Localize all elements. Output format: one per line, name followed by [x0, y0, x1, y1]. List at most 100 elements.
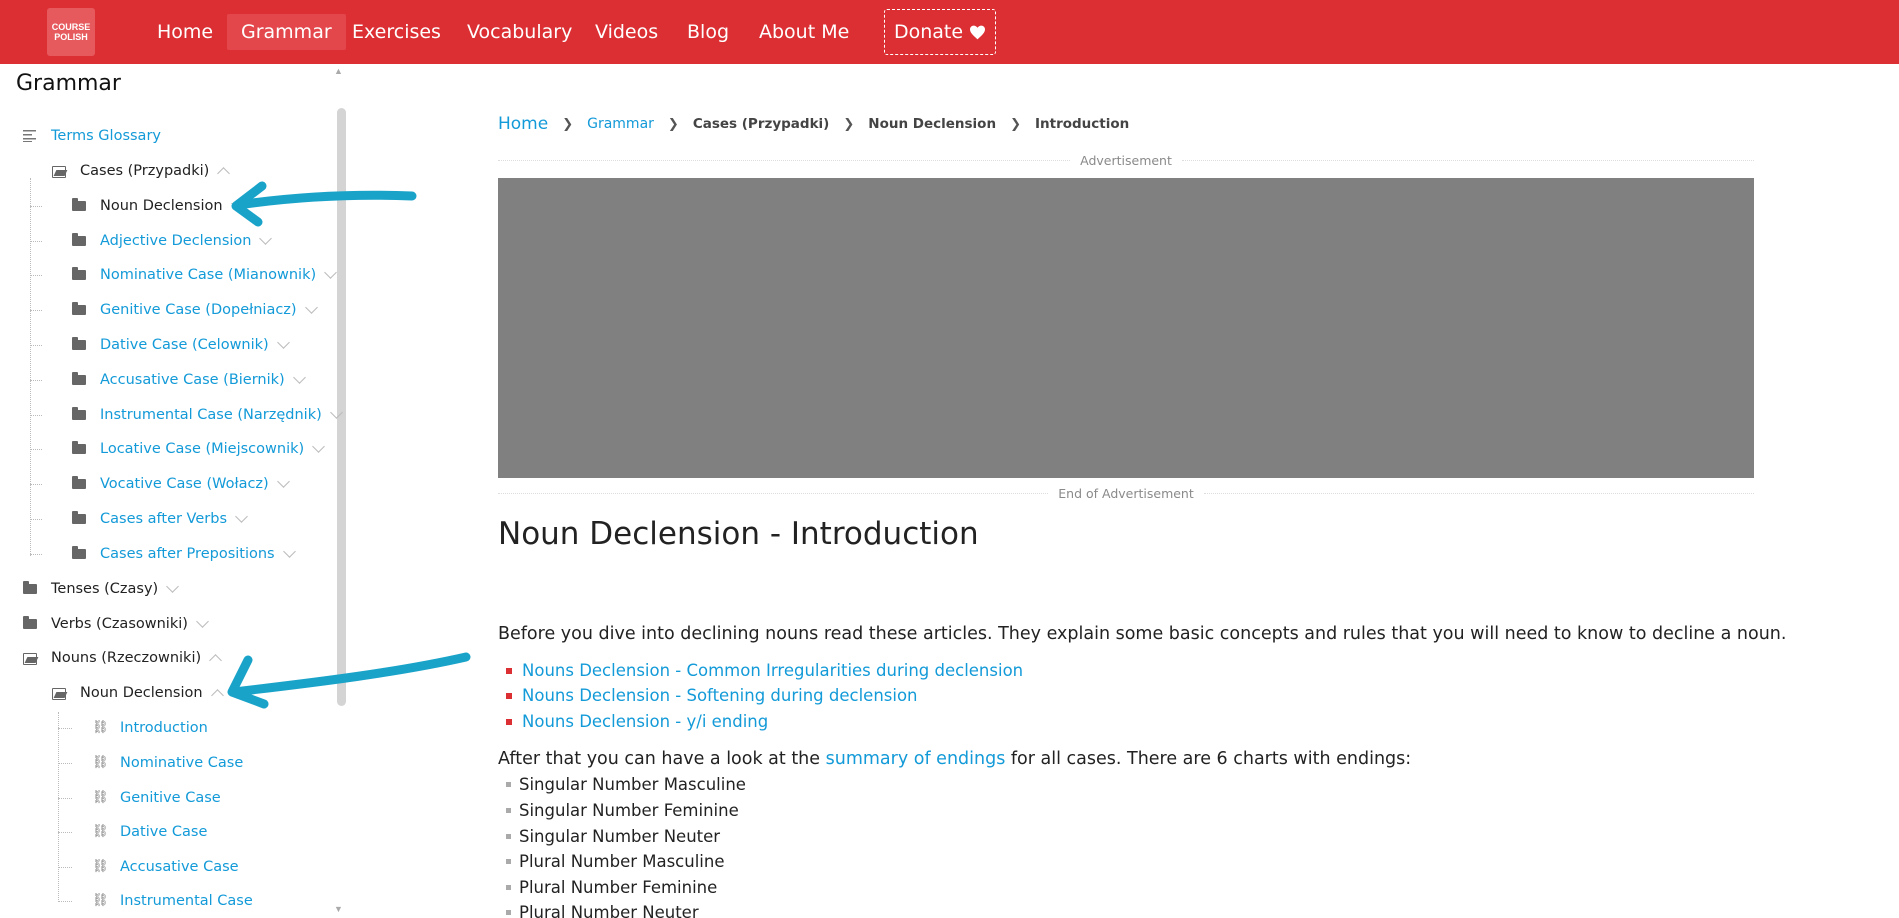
sidebar-item-nouns-rzeczowniki[interactable]: Nouns (Rzeczowniki) — [23, 646, 223, 670]
nav-home[interactable]: Home — [143, 14, 227, 50]
breadcrumb: Home ❯ Grammar ❯ Cases (Przypadki) ❯ Nou… — [498, 114, 1129, 134]
breadcrumb-cases[interactable]: Cases (Przypadki) — [693, 116, 830, 132]
chevron-down-icon[interactable] — [235, 509, 248, 523]
chevron-up-icon[interactable] — [209, 653, 223, 667]
article-link-text[interactable]: Nouns Declension - Common Irregularities… — [522, 661, 1023, 680]
breadcrumb-noun-declension[interactable]: Noun Declension — [868, 116, 996, 132]
sidebar-item-accusative-case[interactable]: ⛓ Accusative Case — [92, 855, 239, 879]
chevron-down-icon[interactable] — [324, 265, 338, 279]
chevron-down-icon[interactable] — [230, 196, 244, 210]
sidebar-item-verbs-czasowniki[interactable]: Verbs (Czasowniki) — [23, 612, 209, 636]
chevron-down-icon[interactable] — [276, 474, 290, 488]
sidebar-item-label: Tenses (Czasy) — [51, 581, 159, 597]
sidebar-item-label: Genitive Case (Dopełniacz) — [100, 302, 297, 318]
tree-connector-line — [58, 763, 72, 764]
sidebar-item-instrumental-case-narz-dnik[interactable]: Instrumental Case (Narzędnik) — [72, 403, 343, 427]
sidebar-item-accusative-case-biernik[interactable]: Accusative Case (Biernik) — [72, 368, 306, 392]
article-link-text[interactable]: Nouns Declension - Softening during decl… — [522, 686, 918, 705]
chevron-down-icon[interactable] — [292, 370, 306, 384]
nav-vocabulary[interactable]: Vocabulary — [453, 14, 586, 50]
sidebar-item-label: Dative Case (Celownik) — [100, 337, 269, 353]
tree-connector-line — [58, 728, 72, 729]
sidebar-item-dative-case-celownik[interactable]: Dative Case (Celownik) — [72, 333, 290, 357]
nav-about-me[interactable]: About Me — [745, 14, 863, 50]
scroll-up-arrow[interactable]: ▲ — [334, 66, 343, 76]
chevron-down-icon[interactable] — [329, 405, 343, 419]
chart-list-item: Plural Number Feminine — [506, 878, 717, 897]
article-link-text[interactable]: Nouns Declension - y/i ending — [522, 712, 768, 731]
sidebar-item-cases-after-prepositions[interactable]: Cases after Prepositions — [72, 542, 296, 566]
tree-connector-line — [30, 310, 42, 311]
page-title: Noun Declension - Introduction — [498, 516, 979, 552]
chevron-down-icon[interactable] — [282, 544, 296, 558]
scroll-down-arrow[interactable]: ▼ — [334, 904, 343, 914]
breadcrumb-home[interactable]: Home — [498, 114, 548, 134]
tree-connector-line — [30, 345, 42, 346]
tree-connector-line — [30, 449, 42, 450]
summary-of-endings-link[interactable]: summary of endings — [826, 749, 1006, 769]
link-icon: ⛓ — [92, 859, 109, 874]
bullet-icon — [506, 667, 512, 674]
sidebar-item-tenses-czasy[interactable]: Tenses (Czasy) — [23, 577, 180, 601]
sidebar-item-dative-case[interactable]: ⛓ Dative Case — [92, 820, 207, 844]
sidebar-item-noun-declension[interactable]: Noun Declension — [52, 681, 224, 705]
chevron-down-icon[interactable] — [276, 335, 290, 349]
nav-exercises[interactable]: Exercises — [338, 14, 455, 50]
sidebar-item-cases-after-verbs[interactable]: Cases after Verbs — [72, 507, 248, 531]
chart-list-item: Singular Number Masculine — [506, 775, 746, 794]
sidebar-item-cases-przypadki[interactable]: Cases (Przypadki) — [52, 159, 231, 183]
end-of-advertisement-text: End of Advertisement — [1058, 485, 1194, 501]
donate-button[interactable]: Donate — [884, 9, 996, 55]
sidebar-item-nominative-case-mianownik[interactable]: Nominative Case (Mianownik) — [72, 263, 338, 287]
chart-list-item: Singular Number Neuter — [506, 827, 720, 846]
breadcrumb-grammar[interactable]: Grammar — [587, 116, 654, 132]
folder-icon — [23, 616, 37, 631]
chevron-down-icon[interactable] — [166, 579, 180, 593]
nav-grammar[interactable]: Grammar — [227, 14, 346, 50]
chevron-right-icon: ❯ — [562, 116, 574, 132]
sidebar: Grammar ▲ ▼ Terms Glossary Cases (Przypad… — [0, 64, 350, 918]
sidebar-item-introduction[interactable]: ⛓ Introduction — [92, 716, 208, 740]
link-icon: ⛓ — [92, 720, 109, 735]
chevron-right-icon: ❯ — [843, 116, 855, 132]
nav-videos[interactable]: Videos — [581, 14, 672, 50]
chevron-right-icon: ❯ — [667, 116, 679, 132]
sidebar-item-genitive-case-dope-niacz[interactable]: Genitive Case (Dopełniacz) — [72, 298, 318, 322]
breadcrumb-current: Introduction — [1034, 116, 1130, 132]
chart-list-item-text: Singular Number Neuter — [519, 827, 721, 846]
sidebar-item-label: Cases after Prepositions — [100, 546, 275, 562]
sidebar-item-genitive-case[interactable]: ⛓ Genitive Case — [92, 786, 221, 810]
sidebar-item-locative-case-miejscownik[interactable]: Locative Case (Miejscownik) — [72, 437, 326, 461]
logo-line-2: POLISH — [54, 32, 88, 42]
sidebar-item-terms-glossary[interactable]: Terms Glossary — [23, 124, 161, 148]
sidebar-item-instrumental-case[interactable]: ⛓ Instrumental Case — [92, 889, 253, 913]
folder-icon — [72, 302, 86, 317]
bullet-icon — [506, 808, 511, 813]
folder-icon — [72, 267, 86, 282]
sidebar-item-adjective-declension[interactable]: Adjective Declension — [72, 229, 273, 253]
sidebar-item-noun-declension[interactable]: Noun Declension — [72, 194, 244, 218]
article-link[interactable]: Nouns Declension - Softening during decl… — [506, 686, 918, 705]
top-navbar: COURSE POLISH Home Grammar Exercises Voc… — [0, 0, 1899, 64]
nav-blog[interactable]: Blog — [673, 14, 743, 50]
bullet-icon — [506, 782, 511, 787]
chevron-down-icon[interactable] — [304, 300, 318, 314]
bullet-icon — [506, 885, 511, 890]
chevron-up-icon[interactable] — [217, 166, 231, 180]
chevron-down-icon[interactable] — [196, 614, 209, 628]
bullet-icon — [506, 910, 511, 915]
sidebar-item-label: Accusative Case — [120, 859, 239, 875]
chevron-up-icon[interactable] — [210, 688, 224, 702]
chart-list-item: Singular Number Feminine — [506, 801, 739, 820]
site-logo[interactable]: COURSE POLISH — [47, 8, 95, 56]
chevron-down-icon[interactable] — [312, 439, 326, 453]
article-link[interactable]: Nouns Declension - Common Irregularities… — [506, 661, 1023, 680]
chevron-down-icon[interactable] — [259, 231, 273, 245]
sidebar-item-label: Cases after Verbs — [100, 511, 227, 527]
sidebar-item-vocative-case-wo-acz[interactable]: Vocative Case (Wołacz) — [72, 472, 290, 496]
bullet-icon — [506, 718, 512, 725]
sidebar-item-nominative-case[interactable]: ⛓ Nominative Case — [92, 751, 243, 775]
article-link[interactable]: Nouns Declension - y/i ending — [506, 712, 768, 731]
advertisement-box[interactable] — [498, 178, 1754, 478]
chevron-right-icon: ❯ — [1010, 116, 1021, 132]
